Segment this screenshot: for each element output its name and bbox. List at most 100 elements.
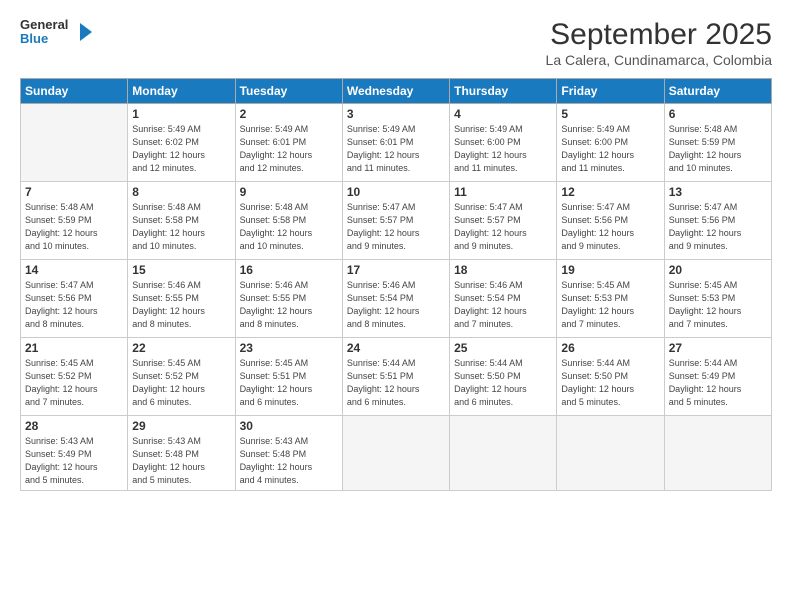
day-cell: 12 Sunrise: 5:47 AMSunset: 5:56 PMDayligh… [557, 182, 664, 260]
day-info: Sunrise: 5:47 AMSunset: 5:57 PMDaylight:… [454, 201, 552, 253]
day-info: Sunrise: 5:47 AMSunset: 5:56 PMDaylight:… [561, 201, 659, 253]
day-cell: 22 Sunrise: 5:45 AMSunset: 5:52 PMDayligh… [128, 338, 235, 416]
day-info: Sunrise: 5:49 AMSunset: 6:01 PMDaylight:… [240, 123, 338, 175]
day-cell: 18 Sunrise: 5:46 AMSunset: 5:54 PMDayligh… [450, 260, 557, 338]
day-info: Sunrise: 5:45 AMSunset: 5:53 PMDaylight:… [669, 279, 767, 331]
calendar-header-row: SundayMondayTuesdayWednesdayThursdayFrid… [21, 79, 772, 104]
week-row-3: 14Sunrise: 5:47 AMSunset: 5:56 PMDayligh… [21, 260, 772, 338]
day-number: 23 [240, 341, 338, 355]
day-number: 24 [347, 341, 445, 355]
day-number: 1 [132, 107, 230, 121]
day-number: 28 [25, 419, 123, 433]
day-cell: 26 Sunrise: 5:44 AMSunset: 5:50 PMDayligh… [557, 338, 664, 416]
day-cell: 25Sunrise: 5:44 AMSunset: 5:50 PMDayligh… [450, 338, 557, 416]
day-cell: 7 Sunrise: 5:48 AMSunset: 5:59 PMDaylight… [21, 182, 128, 260]
day-cell: 27 Sunrise: 5:44 AMSunset: 5:49 PMDayligh… [664, 338, 771, 416]
day-cell: 4Sunrise: 5:49 AMSunset: 6:00 PMDaylight… [450, 104, 557, 182]
day-number: 2 [240, 107, 338, 121]
day-cell: 3 Sunrise: 5:49 AMSunset: 6:01 PMDaylight… [342, 104, 449, 182]
day-number: 5 [561, 107, 659, 121]
day-info: Sunrise: 5:43 AMSunset: 5:48 PMDaylight:… [132, 435, 230, 487]
week-row-4: 21 Sunrise: 5:45 AMSunset: 5:52 PMDayligh… [21, 338, 772, 416]
day-info: Sunrise: 5:44 AMSunset: 5:50 PMDaylight:… [561, 357, 659, 409]
day-info: Sunrise: 5:48 AMSunset: 5:58 PMDaylight:… [132, 201, 230, 253]
calendar-body: 1Sunrise: 5:49 AMSunset: 6:02 PMDaylight… [21, 104, 772, 491]
day-number: 9 [240, 185, 338, 199]
day-number: 17 [347, 263, 445, 277]
day-cell: 5 Sunrise: 5:49 AMSunset: 6:00 PMDaylight… [557, 104, 664, 182]
day-info: Sunrise: 5:46 AMSunset: 5:54 PMDaylight:… [347, 279, 445, 331]
day-cell [342, 416, 449, 491]
calendar-page: General Blue September 2025 La Calera, C… [0, 0, 792, 612]
day-info: Sunrise: 5:44 AMSunset: 5:50 PMDaylight:… [454, 357, 552, 409]
day-header-friday: Friday [557, 79, 664, 104]
day-cell [557, 416, 664, 491]
day-number: 7 [25, 185, 123, 199]
day-info: Sunrise: 5:44 AMSunset: 5:49 PMDaylight:… [669, 357, 767, 409]
day-number: 27 [669, 341, 767, 355]
day-number: 30 [240, 419, 338, 433]
day-info: Sunrise: 5:44 AMSunset: 5:51 PMDaylight:… [347, 357, 445, 409]
day-info: Sunrise: 5:46 AMSunset: 5:55 PMDaylight:… [132, 279, 230, 331]
day-number: 3 [347, 107, 445, 121]
day-number: 29 [132, 419, 230, 433]
day-info: Sunrise: 5:46 AMSunset: 5:55 PMDaylight:… [240, 279, 338, 331]
day-number: 22 [132, 341, 230, 355]
day-cell [664, 416, 771, 491]
day-header-tuesday: Tuesday [235, 79, 342, 104]
day-cell: 8 Sunrise: 5:48 AMSunset: 5:58 PMDaylight… [128, 182, 235, 260]
day-cell: 14Sunrise: 5:47 AMSunset: 5:56 PMDayligh… [21, 260, 128, 338]
day-info: Sunrise: 5:48 AMSunset: 5:59 PMDaylight:… [669, 123, 767, 175]
day-number: 12 [561, 185, 659, 199]
day-cell [21, 104, 128, 182]
day-info: Sunrise: 5:45 AMSunset: 5:52 PMDaylight:… [25, 357, 123, 409]
day-cell: 6 Sunrise: 5:48 AMSunset: 5:59 PMDaylight… [664, 104, 771, 182]
day-info: Sunrise: 5:47 AMSunset: 5:57 PMDaylight:… [347, 201, 445, 253]
day-number: 15 [132, 263, 230, 277]
day-info: Sunrise: 5:48 AMSunset: 5:59 PMDaylight:… [25, 201, 123, 253]
day-info: Sunrise: 5:45 AMSunset: 5:52 PMDaylight:… [132, 357, 230, 409]
day-number: 18 [454, 263, 552, 277]
day-info: Sunrise: 5:47 AMSunset: 5:56 PMDaylight:… [669, 201, 767, 253]
logo-arrow-icon [72, 21, 94, 43]
day-info: Sunrise: 5:48 AMSunset: 5:58 PMDaylight:… [240, 201, 338, 253]
day-cell: 24 Sunrise: 5:44 AMSunset: 5:51 PMDayligh… [342, 338, 449, 416]
day-info: Sunrise: 5:45 AMSunset: 5:51 PMDaylight:… [240, 357, 338, 409]
day-number: 13 [669, 185, 767, 199]
week-row-1: 1Sunrise: 5:49 AMSunset: 6:02 PMDaylight… [21, 104, 772, 182]
day-number: 6 [669, 107, 767, 121]
day-header-monday: Monday [128, 79, 235, 104]
day-number: 11 [454, 185, 552, 199]
day-info: Sunrise: 5:46 AMSunset: 5:54 PMDaylight:… [454, 279, 552, 331]
day-number: 16 [240, 263, 338, 277]
day-info: Sunrise: 5:43 AMSunset: 5:48 PMDaylight:… [240, 435, 338, 487]
day-info: Sunrise: 5:49 AMSunset: 6:01 PMDaylight:… [347, 123, 445, 175]
day-header-thursday: Thursday [450, 79, 557, 104]
calendar-table: SundayMondayTuesdayWednesdayThursdayFrid… [20, 78, 772, 491]
day-cell: 29 Sunrise: 5:43 AMSunset: 5:48 PMDayligh… [128, 416, 235, 491]
day-info: Sunrise: 5:49 AMSunset: 6:00 PMDaylight:… [454, 123, 552, 175]
day-info: Sunrise: 5:43 AMSunset: 5:49 PMDaylight:… [25, 435, 123, 487]
day-cell: 15 Sunrise: 5:46 AMSunset: 5:55 PMDayligh… [128, 260, 235, 338]
title-block: September 2025 La Calera, Cundinamarca, … [546, 18, 772, 68]
logo-blue: Blue [20, 32, 48, 46]
day-info: Sunrise: 5:49 AMSunset: 6:00 PMDaylight:… [561, 123, 659, 175]
day-cell: 28 Sunrise: 5:43 AMSunset: 5:49 PMDayligh… [21, 416, 128, 491]
week-row-5: 28 Sunrise: 5:43 AMSunset: 5:49 PMDayligh… [21, 416, 772, 491]
day-number: 8 [132, 185, 230, 199]
location: La Calera, Cundinamarca, Colombia [546, 52, 772, 68]
month-title: September 2025 [546, 18, 772, 52]
day-cell: 21 Sunrise: 5:45 AMSunset: 5:52 PMDayligh… [21, 338, 128, 416]
day-number: 19 [561, 263, 659, 277]
day-number: 21 [25, 341, 123, 355]
day-cell: 13 Sunrise: 5:47 AMSunset: 5:56 PMDayligh… [664, 182, 771, 260]
day-number: 26 [561, 341, 659, 355]
logo-general: General [20, 18, 68, 32]
week-row-2: 7 Sunrise: 5:48 AMSunset: 5:59 PMDaylight… [21, 182, 772, 260]
day-cell: 20Sunrise: 5:45 AMSunset: 5:53 PMDayligh… [664, 260, 771, 338]
day-header-sunday: Sunday [21, 79, 128, 104]
day-header-saturday: Saturday [664, 79, 771, 104]
day-info: Sunrise: 5:47 AMSunset: 5:56 PMDaylight:… [25, 279, 123, 331]
day-cell: 9 Sunrise: 5:48 AMSunset: 5:58 PMDaylight… [235, 182, 342, 260]
header: General Blue September 2025 La Calera, C… [20, 18, 772, 68]
